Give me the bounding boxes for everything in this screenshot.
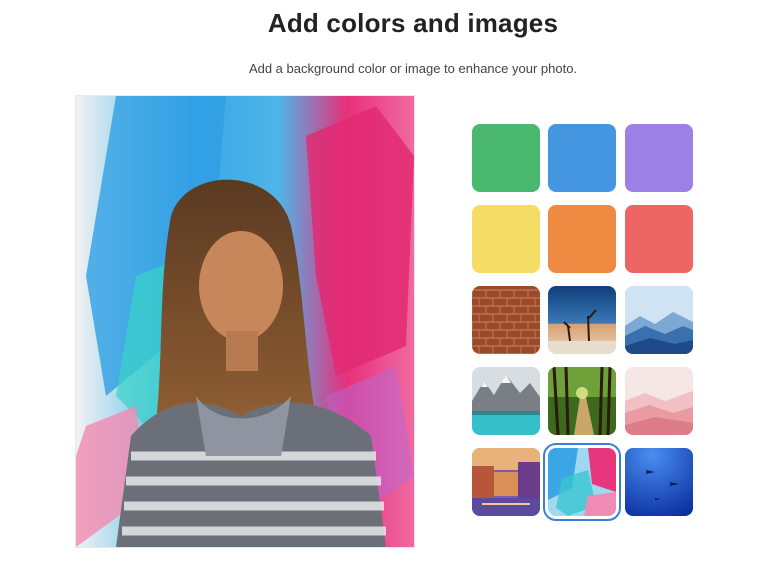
color-swatch[interactable] — [472, 205, 540, 273]
color-swatch[interactable] — [548, 124, 616, 192]
color-swatch[interactable] — [625, 205, 693, 273]
forest-path-thumbnail — [548, 367, 616, 435]
color-swatch[interactable] — [472, 124, 540, 192]
abstract-paint-thumbnail — [548, 448, 616, 516]
image-swatch-desert-trees[interactable] — [548, 286, 616, 354]
image-swatch-pink-hills[interactable] — [625, 367, 693, 435]
color-swatch[interactable] — [625, 124, 693, 192]
mountain-lake-thumbnail — [472, 367, 540, 435]
page-title: Add colors and images — [267, 8, 559, 38]
image-swatch-forest-path[interactable] — [548, 367, 616, 435]
desert-trees-thumbnail — [548, 286, 616, 354]
brick-wall-thumbnail — [472, 286, 540, 354]
underwater-sharks-thumbnail — [625, 448, 693, 516]
image-swatch-blue-mountains[interactable] — [625, 286, 693, 354]
image-swatch-mountain-lake[interactable] — [472, 367, 540, 435]
pink-hills-thumbnail — [625, 367, 693, 435]
color-swatch[interactable] — [548, 205, 616, 273]
image-swatch-venice-canal[interactable] — [472, 448, 540, 516]
photo-preview — [75, 95, 415, 548]
image-swatch-abstract-paint[interactable] — [543, 443, 621, 521]
image-swatch-brick-wall[interactable] — [472, 286, 540, 354]
image-swatch-underwater-sharks[interactable] — [625, 448, 693, 516]
venice-canal-thumbnail — [472, 448, 540, 516]
page-subtitle: Add a background color or image to enhan… — [248, 61, 578, 76]
blue-mountains-thumbnail — [625, 286, 693, 354]
